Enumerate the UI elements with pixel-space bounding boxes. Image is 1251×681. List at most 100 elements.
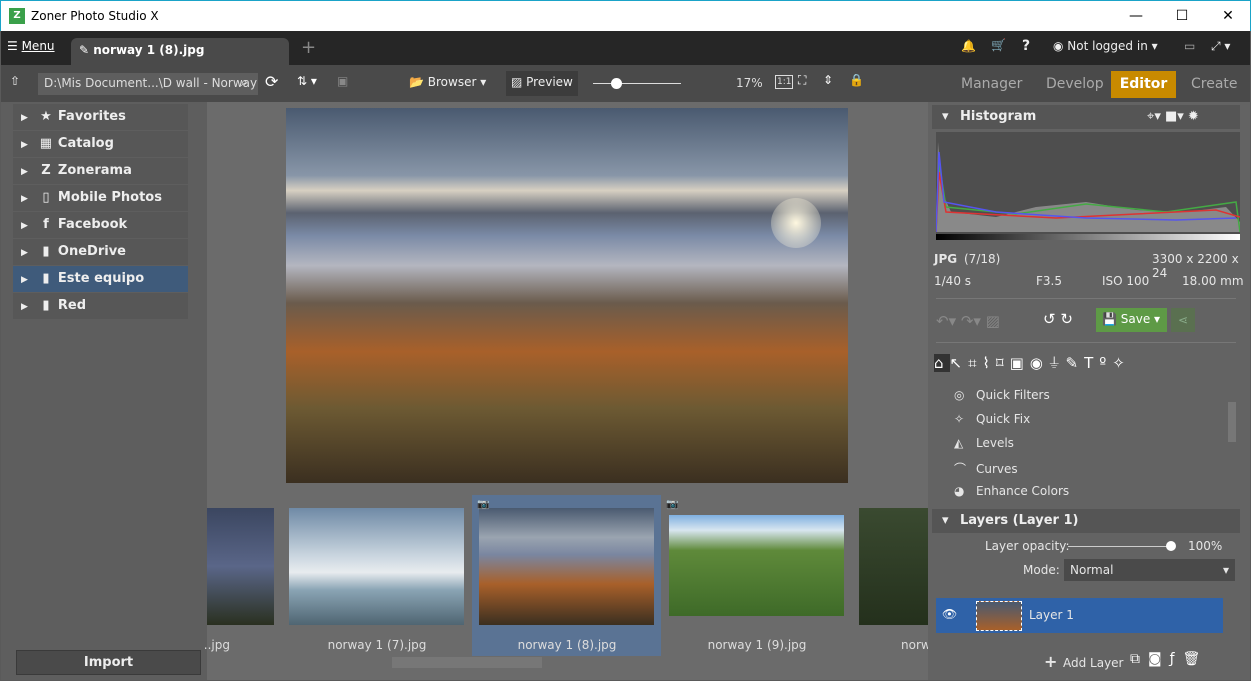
nav-item[interactable]: ▶ ▦ Catalog (13, 131, 188, 157)
browser-button[interactable]: 📂 Browser ▾ (409, 75, 486, 89)
mode-editor[interactable]: Editor (1111, 71, 1176, 98)
expand-icon[interactable]: ▶ (21, 302, 28, 312)
focal-length: 18.00 mm (1182, 274, 1244, 288)
user-menu[interactable]: ◉ Not logged in ▾ (1053, 39, 1158, 53)
nav-icon: ▯ (42, 190, 50, 205)
thumbnail[interactable] (669, 515, 844, 616)
help-icon[interactable]: ? (1022, 38, 1030, 54)
thumbnail[interactable] (289, 508, 464, 625)
monitor-icon[interactable]: ▭ (1184, 39, 1195, 53)
mode-create[interactable]: Create (1179, 71, 1250, 98)
maximize-button[interactable]: ☐ (1159, 5, 1205, 27)
tab-label: norway 1 (8).jpg (93, 43, 205, 57)
expand-icon[interactable]: ▶ (21, 275, 28, 285)
new-folder-icon[interactable]: ▣ (337, 74, 348, 88)
expand-icon[interactable]: ▶ (21, 194, 28, 204)
tool-icon: ✧ (954, 412, 965, 426)
rotate-icons[interactable]: ↺ ↻ (1043, 310, 1073, 328)
tool-label: Curves (976, 462, 1018, 476)
fit-icon[interactable]: ⛶ (798, 73, 806, 88)
zoom-slider-handle[interactable] (611, 78, 622, 89)
nav-icon: f (43, 217, 49, 232)
tool-item[interactable]: ⌒ Curves (954, 460, 1018, 477)
undo-redo-icons[interactable]: ↶▾ ↷▾ ▨ (936, 312, 1000, 330)
histogram-header[interactable]: ▾ Histogram ⌖▾ ■▾ ✹ (932, 105, 1240, 129)
expand-icon[interactable]: ▶ (21, 167, 28, 177)
editor-tool-icons[interactable]: ⌂↖⌗⌇⌑▣◉⏚✎Tº✧ (934, 354, 1131, 372)
nav-item[interactable]: ▶ ▮ Este equipo (13, 266, 188, 292)
tool-item[interactable]: ◎ Quick Filters (954, 388, 1050, 402)
tools-scrollbar[interactable] (1228, 402, 1236, 442)
mode-manager[interactable]: Manager (949, 71, 1034, 98)
eye-icon[interactable]: 👁 (942, 607, 957, 621)
minimize-button[interactable]: — (1113, 5, 1159, 27)
tool-item[interactable]: ◭ Levels (954, 436, 1014, 450)
home-icon[interactable]: ⌂ (934, 354, 950, 372)
save-button[interactable]: 💾 Save ▾ (1096, 308, 1167, 332)
nav-item[interactable]: ▶ ▮ OneDrive (13, 239, 188, 265)
bell-icon[interactable]: 🔔 (961, 39, 976, 53)
thumbnail[interactable] (859, 508, 928, 625)
navigator-panel: ▶ ★ Favorites ▶ ▦ Catalog ▶ Z Zonerama ▶ ▯ Mobile P… (1, 102, 207, 680)
layer-action-icons[interactable]: ⧉◙ƒ🗑 (1130, 651, 1208, 667)
lock-icon[interactable]: 🔒 (849, 73, 864, 87)
format: JPG (934, 252, 958, 266)
thumbnail[interactable] (207, 508, 274, 625)
add-tab-button[interactable]: + (301, 37, 316, 58)
plus-icon: + (1044, 652, 1063, 671)
filmstrip-scrollbar[interactable] (392, 657, 542, 668)
expand-icon[interactable]: ▶ (21, 248, 28, 258)
thumbnail-name: norw (901, 638, 931, 652)
tab-bar: ☰ Menu ✎ norway 1 (8).jpg + 🔔 🛒 ? ◉ Not … (1, 31, 1250, 65)
import-button[interactable]: Import (16, 650, 201, 675)
layer-row[interactable]: 👁 Layer 1 (936, 598, 1223, 633)
nav-item[interactable]: ▶ ▯ Mobile Photos (13, 185, 188, 211)
tool-item[interactable]: ✧ Quick Fix (954, 412, 1030, 426)
layers-header[interactable]: ▾ Layers (Layer 1) (932, 509, 1240, 533)
thumbnail[interactable] (479, 508, 654, 625)
save-icon: 💾 (1102, 312, 1121, 326)
fullscreen-icon[interactable]: ⤢ ▾ (1211, 39, 1230, 54)
mode-label: Mode: (1023, 563, 1060, 577)
tool-item[interactable]: ◕ Enhance Colors (954, 484, 1069, 498)
file-index: (7/18) (964, 252, 1001, 266)
nav-item[interactable]: ▶ ★ Favorites (13, 104, 188, 130)
opacity-handle[interactable] (1166, 541, 1176, 551)
nav-label: Zonerama (57, 163, 132, 178)
user-icon: ◉ (1053, 39, 1068, 53)
refresh-icon[interactable]: ⟳ (265, 72, 278, 91)
folder-up-icon[interactable]: ⇧ (10, 74, 20, 88)
histogram-options-icon[interactable]: ⌖▾ ■▾ ✹ (1147, 109, 1199, 124)
camera-icon: 📷 (666, 499, 679, 510)
mode-develop[interactable]: Develop (1034, 71, 1116, 98)
zoom-slider[interactable] (593, 83, 681, 84)
divider (936, 342, 1236, 343)
expand-icon[interactable]: ▶ (21, 140, 28, 150)
expand-icon[interactable]: ▶ (21, 221, 28, 231)
expand-icon[interactable]: ▶ (21, 113, 28, 123)
preview-button[interactable]: ▨ Preview (506, 71, 578, 96)
one-to-one-button[interactable]: 1:1 (775, 75, 794, 89)
tool-label: Quick Fix (976, 412, 1031, 426)
share-icon[interactable]: ⋖ (1171, 308, 1195, 332)
nav-item[interactable]: ▶ ▮ Red (13, 293, 188, 319)
tab-document[interactable]: ✎ norway 1 (8).jpg (71, 38, 289, 65)
menu-button[interactable]: ☰ Menu (7, 39, 55, 53)
nav-item[interactable]: ▶ f Facebook (13, 212, 188, 238)
nav-item[interactable]: ▶ Z Zonerama (13, 158, 188, 184)
nav-icon: ▦ (39, 136, 53, 151)
blend-mode-select[interactable]: Normal ▾ (1064, 559, 1235, 581)
add-layer-button[interactable]: + Add Layer (1044, 652, 1124, 671)
sort-icon[interactable]: ⇅ ▾ (297, 74, 317, 88)
nav-label: OneDrive (57, 244, 126, 259)
collapse-icon: ▾ (942, 513, 949, 528)
fit-height-icon[interactable]: ⇕ (823, 73, 833, 87)
zoom-value: 17% (736, 76, 763, 90)
close-button[interactable]: ✕ (1205, 5, 1251, 27)
search-icon[interactable]: ⌕ (241, 75, 248, 90)
opacity-slider[interactable] (1068, 546, 1172, 547)
thumbnail-name: norway 1 (7).jpg (327, 638, 427, 652)
path-input[interactable]: D:\Mis Document...\D wall - Norway (38, 73, 258, 95)
cart-icon[interactable]: 🛒 (991, 38, 1006, 52)
nav-label: Favorites (57, 109, 126, 124)
